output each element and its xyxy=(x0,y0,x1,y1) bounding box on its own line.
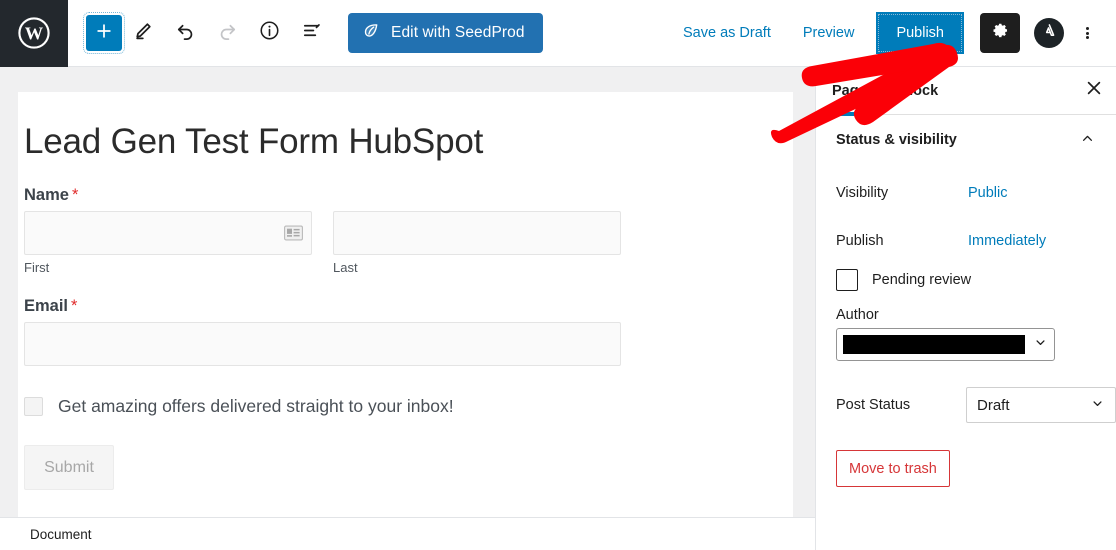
user-avatar[interactable] xyxy=(1034,18,1064,48)
page-title[interactable]: Lead Gen Test Form HubSpot xyxy=(18,92,793,162)
seedprod-button-label: Edit with SeedProd xyxy=(391,24,525,41)
chevron-up-icon xyxy=(1079,130,1096,151)
name-inputs-row: First Last xyxy=(24,211,787,275)
name-field-label: Name * xyxy=(24,186,79,204)
svg-text:W: W xyxy=(25,24,44,44)
more-options-button[interactable] xyxy=(1070,13,1104,53)
settings-button[interactable] xyxy=(980,13,1020,53)
avatar-logo-icon xyxy=(1038,20,1060,47)
undo-icon xyxy=(174,19,197,47)
add-block-button[interactable] xyxy=(83,12,125,54)
first-name-group: First xyxy=(24,211,312,275)
chevron-down-icon xyxy=(1090,396,1105,415)
sidebar-tabs: Page Block xyxy=(816,67,1116,116)
author-label: Author xyxy=(836,307,879,323)
status-visibility-panel-body: Visibility Public Publish Immediately Pe… xyxy=(816,165,1116,487)
status-visibility-panel-header[interactable]: Status & visibility xyxy=(816,115,1116,165)
redo-icon xyxy=(216,19,239,47)
move-to-trash-button[interactable]: Move to trash xyxy=(836,450,950,487)
pending-review-label: Pending review xyxy=(872,272,972,288)
breadcrumb[interactable]: Document xyxy=(30,527,92,542)
undo-button[interactable] xyxy=(164,12,206,54)
email-field-group: Email * xyxy=(24,297,787,366)
last-name-input[interactable] xyxy=(333,211,621,255)
last-name-sublabel: Last xyxy=(333,260,358,275)
tab-page[interactable]: Page xyxy=(816,67,883,116)
visibility-row: Visibility Public xyxy=(836,169,1096,217)
wordpress-logo-icon: W xyxy=(17,16,51,50)
last-name-group: Last xyxy=(333,211,621,275)
pending-review-row[interactable]: Pending review xyxy=(836,269,1096,291)
email-input[interactable] xyxy=(24,322,621,366)
settings-sidebar: Page Block Status & visibility Visibilit… xyxy=(815,67,1116,550)
email-field-label: Email * xyxy=(24,297,78,315)
redo-button[interactable] xyxy=(206,12,248,54)
post-status-value: Draft xyxy=(977,396,1010,414)
post-status-label: Post Status xyxy=(836,397,911,413)
list-view-button[interactable] xyxy=(290,12,332,54)
toolbar-left-group: Edit with SeedProd xyxy=(68,12,543,54)
kebab-menu-icon xyxy=(1085,26,1089,41)
editor-screen: W Edit with SeedProd Save as Draft Previ… xyxy=(0,0,1116,550)
breadcrumb-bar: Document xyxy=(0,517,815,550)
list-view-icon xyxy=(300,19,323,47)
panel-title: Status & visibility xyxy=(836,132,957,148)
lead-gen-form: Name * First Last Email * Get amazing of… xyxy=(18,162,793,490)
pending-review-checkbox[interactable] xyxy=(836,269,858,291)
author-select[interactable] xyxy=(836,328,1055,361)
seedprod-leaf-icon xyxy=(362,21,381,45)
contact-card-icon[interactable] xyxy=(284,225,303,241)
required-asterisk: * xyxy=(71,186,79,204)
gear-icon xyxy=(991,21,1010,45)
info-icon xyxy=(258,19,281,47)
opt-in-row[interactable]: Get amazing offers delivered straight to… xyxy=(24,396,787,417)
save-as-draft-button[interactable]: Save as Draft xyxy=(667,25,787,41)
editor-canvas: Lead Gen Test Form HubSpot Name * First … xyxy=(0,67,815,517)
pencil-icon xyxy=(132,20,154,47)
post-status-select[interactable]: Draft xyxy=(966,387,1116,423)
chevron-down-icon xyxy=(1033,335,1048,355)
edit-tool-button[interactable] xyxy=(122,12,164,54)
author-name-redaction xyxy=(843,335,1025,354)
required-asterisk: * xyxy=(71,297,78,315)
tab-block[interactable]: Block xyxy=(883,67,955,115)
close-icon xyxy=(1086,80,1102,101)
submit-button[interactable]: Submit xyxy=(24,445,114,490)
publish-label: Publish xyxy=(836,233,884,249)
visibility-value-button[interactable]: Public xyxy=(968,185,1008,201)
opt-in-label: Get amazing offers delivered straight to… xyxy=(58,396,454,416)
wordpress-logo-button[interactable]: W xyxy=(0,0,68,67)
opt-in-checkbox[interactable] xyxy=(24,397,43,416)
edit-with-seedprod-button[interactable]: Edit with SeedProd xyxy=(348,13,543,53)
publish-date-row: Publish Immediately xyxy=(836,217,1096,265)
workspace: Lead Gen Test Form HubSpot Name * First … xyxy=(0,67,1116,550)
first-name-sublabel: First xyxy=(24,260,50,275)
publish-button[interactable]: Publish xyxy=(876,12,964,54)
publish-value-button[interactable]: Immediately xyxy=(968,233,1046,249)
toolbar-right-group: Save as Draft Preview Publish xyxy=(667,12,1116,54)
editor-toolbar: W Edit with SeedProd Save as Draft Previ… xyxy=(0,0,1116,67)
details-button[interactable] xyxy=(248,12,290,54)
visibility-label: Visibility xyxy=(836,185,889,201)
post-status-row: Post Status Draft xyxy=(836,387,1116,423)
close-sidebar-button[interactable] xyxy=(1072,69,1116,113)
post-content-card: Lead Gen Test Form HubSpot Name * First … xyxy=(18,92,793,517)
plus-icon xyxy=(94,21,114,46)
first-name-input[interactable] xyxy=(24,211,312,255)
preview-button[interactable]: Preview xyxy=(787,25,871,41)
